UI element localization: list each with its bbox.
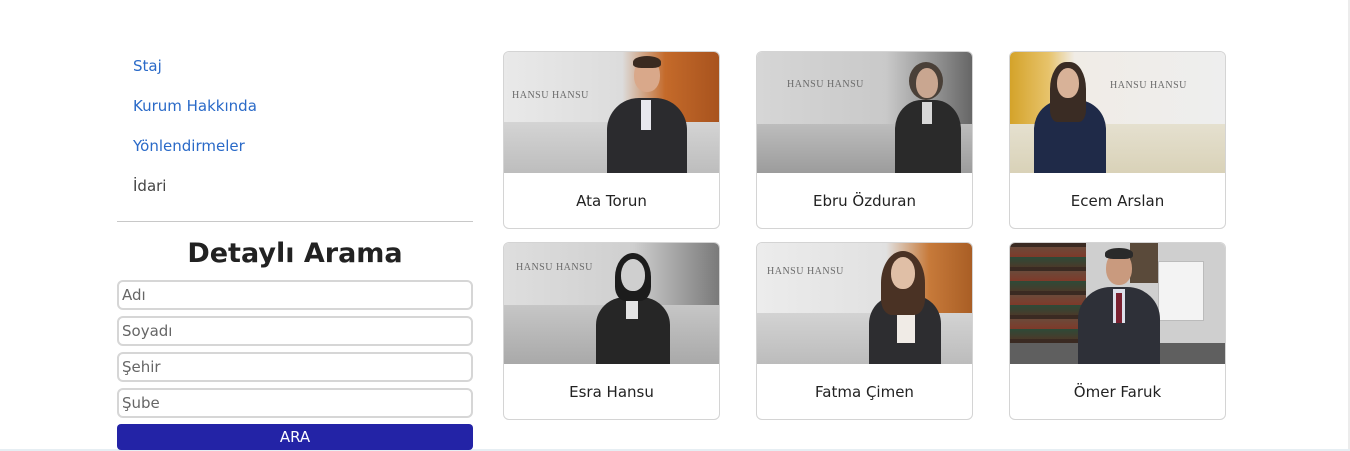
shirt <box>626 299 638 319</box>
company-logo: HANSU HANSU <box>787 79 864 90</box>
shirt <box>922 102 932 124</box>
tie <box>1116 293 1122 323</box>
person-card[interactable]: HANSU HANSU Esra Hansu <box>503 242 720 420</box>
person-name[interactable]: Ömer Faruk <box>1010 364 1225 419</box>
hair <box>1105 248 1133 259</box>
nav-link-kurum-hakkinda[interactable]: Kurum Hakkında <box>117 88 473 128</box>
nav-link-idari[interactable]: İdari <box>117 168 473 208</box>
sidebar-divider <box>117 221 473 222</box>
city-input[interactable] <box>117 352 473 382</box>
company-logo: HANSU HANSU <box>516 262 593 273</box>
person-name[interactable]: Esra Hansu <box>504 364 719 419</box>
search-title: Detaylı Arama <box>187 238 403 269</box>
person-photo[interactable]: HANSU HANSU <box>1010 52 1225 173</box>
first-name-input[interactable] <box>117 280 473 310</box>
whiteboard <box>1158 261 1204 321</box>
person-photo[interactable]: HANSU HANSU <box>504 52 719 173</box>
person-head <box>916 68 938 98</box>
nav-link-yonlendirmeler[interactable]: Yönlendirmeler <box>117 128 473 168</box>
person-name[interactable]: Fatma Çimen <box>757 364 972 419</box>
person-name[interactable]: Ata Torun <box>504 173 719 228</box>
person-photo[interactable]: HANSU HANSU <box>504 243 719 364</box>
wall-frame <box>1130 243 1158 283</box>
last-name-input[interactable] <box>117 316 473 346</box>
person-head <box>621 259 645 291</box>
company-logo: HANSU HANSU <box>1110 80 1187 91</box>
person-head <box>891 257 915 289</box>
company-logo: HANSU HANSU <box>512 90 589 101</box>
person-head <box>1057 68 1079 98</box>
sidebar: Staj Kurum Hakkında Yönlendirmeler İdari… <box>117 48 473 450</box>
search-button[interactable]: ARA <box>117 424 473 450</box>
person-photo[interactable]: HANSU HANSU <box>757 243 972 364</box>
person-card[interactable]: HANSU HANSU Ata Torun <box>503 51 720 229</box>
shirt <box>641 100 651 130</box>
person-photo[interactable]: HANSU HANSU <box>757 52 972 173</box>
person-photo[interactable] <box>1010 243 1225 364</box>
person-name[interactable]: Ebru Özduran <box>757 173 972 228</box>
nav-link-staj[interactable]: Staj <box>117 48 473 88</box>
person-card[interactable]: HANSU HANSU Ecem Arslan <box>1009 51 1226 229</box>
company-logo: HANSU HANSU <box>767 266 844 277</box>
person-card[interactable]: Ömer Faruk <box>1009 242 1226 420</box>
person-card[interactable]: HANSU HANSU Fatma Çimen <box>756 242 973 420</box>
hair <box>633 56 661 68</box>
branch-input[interactable] <box>117 388 473 418</box>
person-card[interactable]: HANSU HANSU Ebru Özduran <box>756 51 973 229</box>
person-name[interactable]: Ecem Arslan <box>1010 173 1225 228</box>
